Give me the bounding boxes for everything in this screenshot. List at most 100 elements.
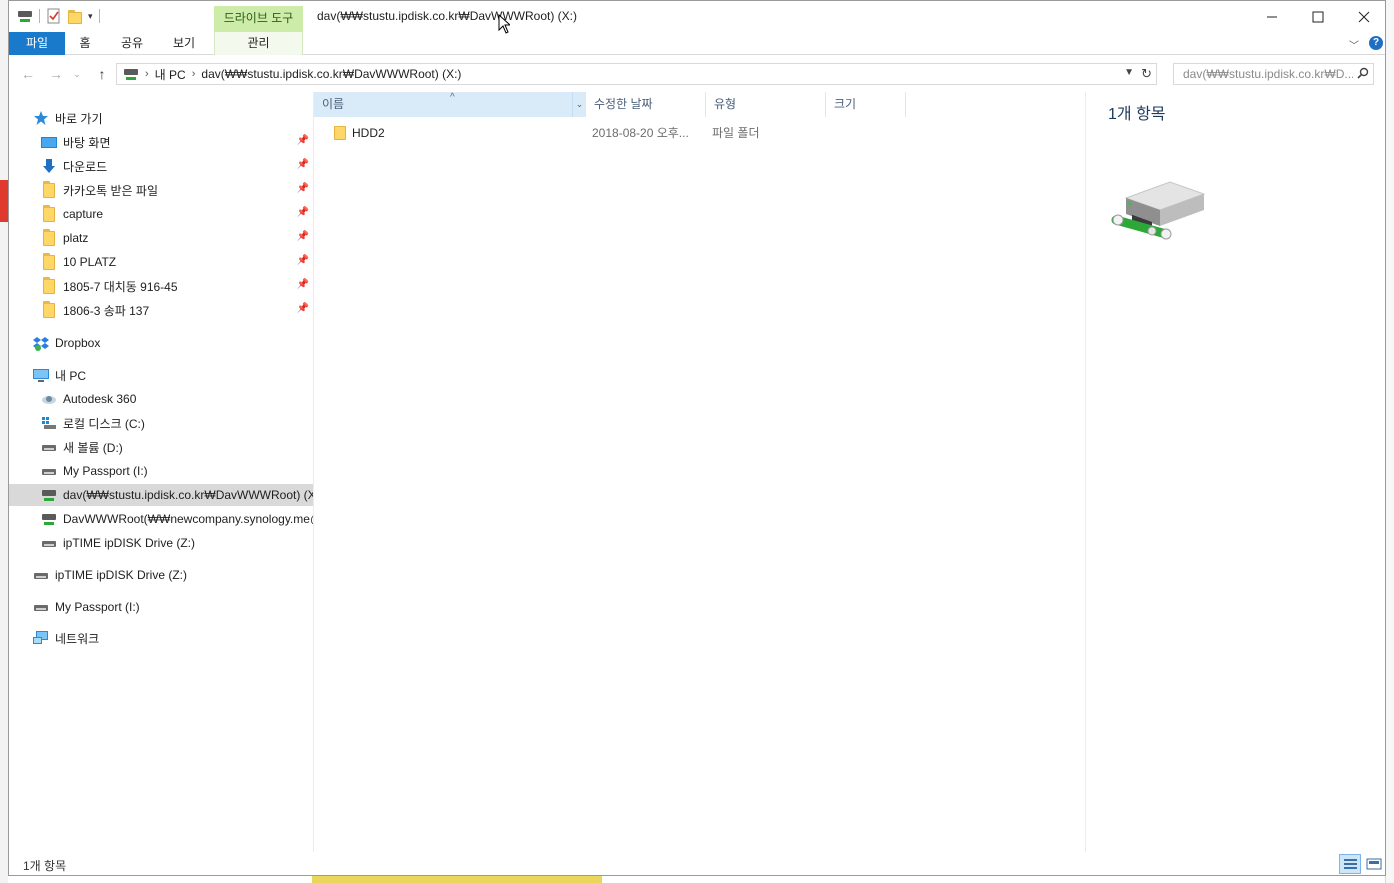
nav-item-label: 내 PC [55, 368, 87, 383]
nav-item-desktop[interactable]: 바탕 화면 📌 [41, 131, 309, 153]
nav-item-capture[interactable]: capture 📌 [41, 203, 309, 225]
nav-item-label: dav(₩₩stustu.ipdisk.co.kr₩DavWWWRoot) (X… [63, 488, 313, 502]
nav-item-label: Dropbox [55, 336, 101, 350]
properties-icon[interactable] [46, 8, 62, 24]
file-explorer-window: ▾ 드라이브 도구 dav(₩₩stustu.ipdisk.co.kr₩DavW… [8, 0, 1386, 876]
recent-locations-chevron-icon[interactable]: ⌄ [71, 64, 83, 84]
folder-icon [43, 204, 55, 222]
nav-item-my-passport-i[interactable]: My Passport (I:) [41, 460, 148, 482]
pin-icon[interactable]: 📌 [297, 231, 309, 242]
folder-icon [334, 126, 346, 141]
tab-home[interactable]: 홈 [71, 32, 99, 55]
nav-item-kakaotalk-folder[interactable]: 카카오톡 받은 파일 📌 [41, 179, 309, 201]
nav-item-label: My Passport (I:) [55, 600, 140, 614]
autodesk-icon [41, 391, 57, 407]
pin-icon[interactable]: 📌 [297, 255, 309, 266]
nav-item-label: 새 볼륨 (D:) [63, 440, 123, 455]
nav-item-label: 10 PLATZ [63, 255, 117, 269]
help-icon[interactable]: ? [1369, 36, 1383, 50]
nav-item-this-pc[interactable]: 내 PC [33, 364, 86, 386]
star-icon [33, 110, 49, 126]
breadcrumb-chevron-icon[interactable]: › [192, 68, 196, 80]
address-history-chevron-icon[interactable]: ▼ [1124, 67, 1134, 78]
windows-drive-icon [41, 415, 57, 431]
nav-item-iptime-z[interactable]: ipTIME ipDISK Drive (Z:) [41, 532, 195, 554]
nav-item-dropbox[interactable]: Dropbox [33, 332, 100, 354]
file-list: 이름 ^ ⌄ 수정한 날짜 유형 크기 HDD2 2018-08-20 오후..… [313, 92, 1085, 852]
breadcrumb-current-drive[interactable]: dav(₩₩stustu.ipdisk.co.kr₩DavWWWRoot) (X… [201, 67, 461, 81]
column-header-type[interactable]: 유형 [706, 92, 826, 117]
column-header-name[interactable]: 이름 ^ ⌄ [314, 92, 586, 117]
computer-icon [33, 367, 49, 383]
details-pane: 1개 항목 [1085, 92, 1385, 852]
nav-item-label: capture [63, 207, 104, 221]
nav-item-iptime-z-root[interactable]: ipTIME ipDISK Drive (Z:) [33, 564, 187, 586]
nav-item-my-passport-root[interactable]: My Passport (I:) [33, 596, 140, 618]
nav-item-davwwwroot-synology[interactable]: DavWWWRoot(₩₩newcompany.synology.me@ [41, 508, 313, 530]
nav-item-label: 로컬 디스크 (C:) [63, 416, 145, 431]
details-view-button[interactable] [1339, 854, 1361, 874]
nav-item-local-disk-c[interactable]: 로컬 디스크 (C:) [41, 412, 145, 434]
nav-item-volume-d[interactable]: 새 볼륨 (D:) [41, 436, 123, 458]
back-button[interactable]: ← [17, 64, 39, 84]
breadcrumb-chevron-icon[interactable]: › [145, 68, 149, 80]
large-icons-view-button[interactable] [1363, 854, 1385, 874]
nav-item-label: Autodesk 360 [63, 392, 137, 406]
nav-item-platz[interactable]: platz 📌 [41, 227, 309, 249]
nav-item-1805-7[interactable]: 1805-7 대치동 916-45 📌 [41, 275, 309, 297]
nav-item-label: 네트워크 [55, 631, 100, 646]
nav-item-10-platz[interactable]: 10 PLATZ 📌 [41, 251, 309, 273]
pin-icon[interactable]: 📌 [297, 159, 309, 170]
column-header-label: 이름 [322, 97, 345, 111]
title-bar: ▾ 드라이브 도구 dav(₩₩stustu.ipdisk.co.kr₩DavW… [9, 1, 1385, 32]
forward-button[interactable]: → [45, 64, 67, 84]
tab-view[interactable]: 보기 [167, 32, 201, 55]
network-drive-icon[interactable] [17, 8, 33, 24]
nav-item-1806-3[interactable]: 1806-3 송파 137 📌 [41, 299, 309, 321]
pin-icon[interactable]: 📌 [297, 207, 309, 218]
drive-icon [41, 439, 57, 455]
nav-item-dav-x[interactable]: dav(₩₩stustu.ipdisk.co.kr₩DavWWWRoot) (X… [9, 484, 313, 506]
drive-tools-header: 드라이브 도구 [214, 6, 303, 32]
maximize-button[interactable] [1295, 1, 1341, 32]
nav-item-downloads[interactable]: 다운로드 📌 [41, 155, 309, 177]
download-icon [41, 158, 57, 174]
details-item-count: 1개 항목 [1108, 106, 1166, 123]
refresh-icon[interactable]: ↻ [1141, 66, 1152, 82]
nav-item-network[interactable]: 네트워크 [33, 627, 99, 649]
up-button[interactable]: ↑ [91, 64, 113, 84]
folder-icon [43, 252, 55, 270]
drive-icon [33, 599, 49, 615]
nav-item-label: platz [63, 231, 89, 245]
column-header-size[interactable]: 크기 [826, 92, 906, 117]
tab-share[interactable]: 공유 [115, 32, 149, 55]
quick-access-item[interactable]: 바로 가기 [33, 107, 103, 129]
minimize-button[interactable] [1249, 1, 1295, 32]
search-input[interactable]: dav(₩₩stustu.ipdisk.co.kr₩D... [1173, 63, 1374, 85]
address-bar[interactable]: › 내 PC › dav(₩₩stustu.ipdisk.co.kr₩DavWW… [116, 63, 1157, 85]
nav-item-label: ipTIME ipDISK Drive (Z:) [55, 568, 188, 582]
column-filter-chevron-icon[interactable]: ⌄ [572, 92, 586, 117]
network-drive-icon [1108, 180, 1208, 246]
pin-icon[interactable]: 📌 [297, 303, 309, 314]
new-folder-icon[interactable] [68, 9, 82, 24]
network-icon [33, 630, 49, 646]
toolbar-divider [98, 9, 100, 23]
pin-icon[interactable]: 📌 [297, 279, 309, 290]
pin-icon[interactable]: 📌 [297, 135, 309, 146]
customize-toolbar-chevron-icon[interactable]: ▾ [88, 11, 93, 22]
nav-item-autodesk-360[interactable]: Autodesk 360 [41, 388, 136, 410]
desktop-icon [41, 134, 57, 150]
desktop-background-left [0, 0, 8, 883]
pin-icon[interactable]: 📌 [297, 183, 309, 194]
breadcrumb-this-pc[interactable]: 내 PC [155, 66, 186, 83]
column-header-date[interactable]: 수정한 날짜 [586, 92, 706, 117]
search-icon[interactable] [1353, 67, 1373, 82]
tab-manage[interactable]: 관리 [214, 32, 303, 55]
close-button[interactable] [1341, 1, 1387, 32]
toolbar-divider [39, 9, 40, 23]
tab-file[interactable]: 파일 [9, 32, 65, 55]
expand-ribbon-chevron-icon[interactable]: ﹀ [1349, 37, 1359, 52]
navigation-pane: 바로 가기 바탕 화면 📌 다운로드 📌 카카오톡 받은 파일 📌 captur… [9, 92, 313, 852]
file-row[interactable]: HDD2 2018-08-20 오후... 파일 폴더 [314, 122, 1086, 144]
